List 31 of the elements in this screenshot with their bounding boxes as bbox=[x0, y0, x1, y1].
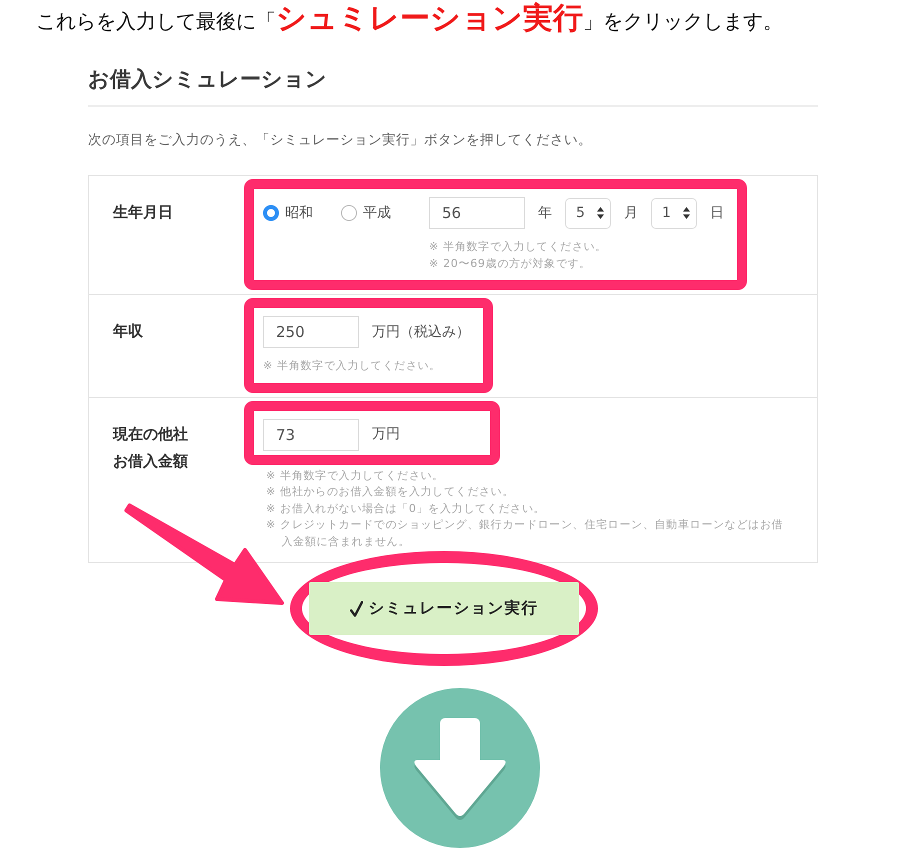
input-field[interactable]: 73 bbox=[263, 418, 359, 450]
note-text: ※ クレジットカードでのショッピング、銀行カードローン、住宅ローン、自動車ローンなどはお借入金額に含まれません。 bbox=[266, 517, 784, 550]
form-description: 次の項目をご入力のうえ、「シミュレーション実行」ボタンを押してください。 bbox=[88, 131, 593, 149]
updown-arrow-icon bbox=[683, 207, 690, 219]
radio-button[interactable] bbox=[263, 205, 279, 221]
unit-label: 年 bbox=[538, 204, 552, 222]
check-icon bbox=[350, 600, 362, 616]
unit-label: 万円 bbox=[372, 425, 400, 444]
updown-arrow-icon bbox=[597, 207, 604, 219]
field-label: 年収 bbox=[113, 321, 144, 342]
input-field[interactable]: 56 bbox=[429, 197, 525, 229]
note-text: ※ お借入れがない場合は「0」を入力してください。 bbox=[266, 500, 546, 516]
note-text: ※ 半角数字で入力してください。 bbox=[429, 239, 608, 255]
note-text: ※ 半角数字で入力してください。 bbox=[266, 468, 445, 484]
select-field[interactable]: 5 bbox=[565, 198, 611, 228]
radio-label[interactable]: 平成 bbox=[363, 202, 391, 224]
form-title: お借入シミュレーション bbox=[88, 66, 328, 93]
input-field[interactable]: 250 bbox=[263, 316, 359, 348]
unit-label: 万円（税込み） bbox=[372, 322, 470, 342]
radio-button[interactable] bbox=[341, 205, 357, 221]
note-text: ※ 半角数字で入力してください。 bbox=[263, 358, 442, 374]
instruction-text: これらを入力して最後に「シュミレーション実行」をクリックします。 bbox=[36, 3, 784, 37]
unit-label: 日 bbox=[710, 204, 724, 222]
select-field[interactable]: 1 bbox=[651, 198, 697, 228]
radio-label[interactable]: 昭和 bbox=[285, 202, 313, 224]
simulate-button[interactable]: シミュレーション実行 bbox=[309, 582, 579, 635]
field-label: 現在の他社お借入金額 bbox=[113, 424, 189, 472]
unit-label: 月 bbox=[624, 204, 638, 222]
note-text: ※ 20〜69歳の方が対象です。 bbox=[429, 256, 592, 272]
field-label: 生年月日 bbox=[113, 202, 174, 223]
note-text: ※ 他社からのお借入金額を入力してください。 bbox=[266, 484, 516, 500]
